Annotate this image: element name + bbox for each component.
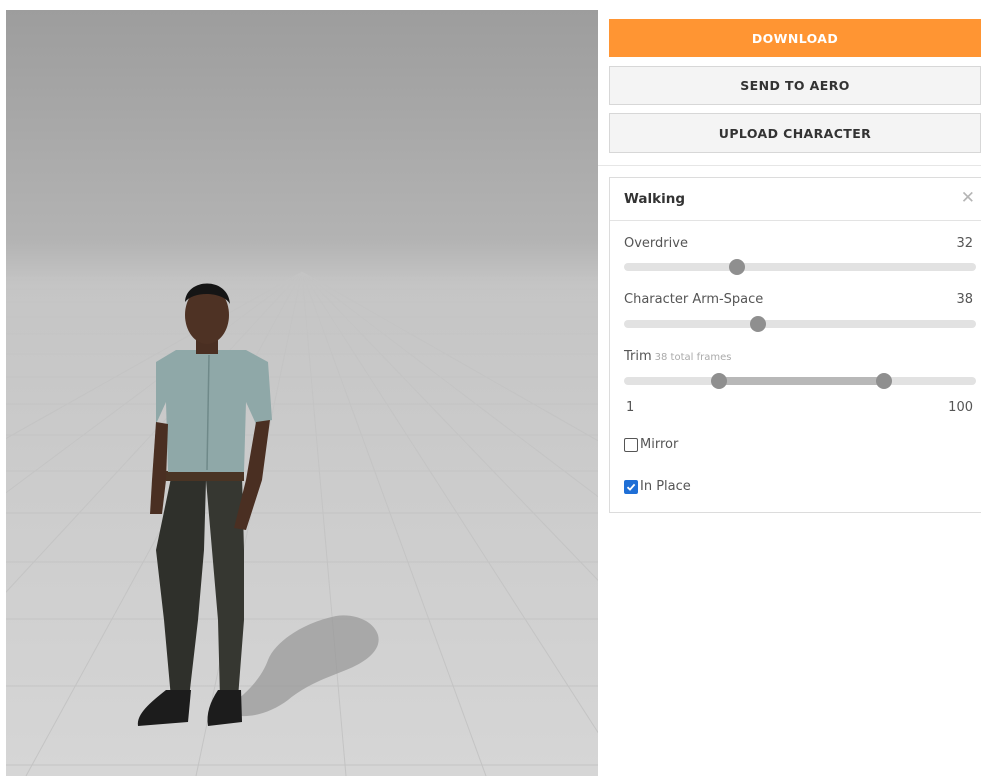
trim-range-slider[interactable] (624, 373, 976, 389)
trim-max-label: 100 (948, 400, 973, 415)
trim-label-row: Trim 38 total frames (624, 349, 731, 364)
character-shadow (221, 615, 379, 717)
arm-space-label: Character Arm-Space (624, 292, 764, 307)
upload-character-button[interactable]: UPLOAD CHARACTER (609, 113, 981, 153)
in-place-checkbox[interactable]: In Place (624, 479, 691, 494)
animation-title: Walking (624, 191, 686, 207)
overdrive-slider-handle[interactable] (728, 259, 745, 275)
overdrive-label: Overdrive (624, 236, 688, 251)
floor-grid (6, 271, 598, 776)
character-scene (6, 271, 598, 776)
overdrive-slider[interactable] (624, 259, 976, 275)
download-button[interactable]: DOWNLOAD (609, 19, 981, 57)
in-place-checkbox-box[interactable] (624, 479, 638, 494)
trim-frames-note: 38 total frames (654, 352, 732, 363)
overdrive-value: 32 (956, 236, 973, 251)
arm-space-slider[interactable] (624, 316, 976, 332)
mirror-checkbox-box[interactable] (624, 437, 638, 452)
trim-end-handle[interactable] (876, 373, 893, 389)
mirror-label: Mirror (640, 437, 679, 452)
card-header: Walking ✕ (610, 178, 981, 221)
close-icon[interactable]: ✕ (961, 190, 975, 207)
trim-start-handle[interactable] (711, 373, 728, 389)
mirror-checkbox[interactable]: Mirror (624, 437, 678, 452)
divider (598, 165, 981, 166)
3d-viewport[interactable] (6, 10, 598, 776)
trim-range-fill (719, 377, 885, 385)
character-model (137, 283, 272, 726)
arm-space-slider-handle[interactable] (749, 316, 766, 332)
animation-settings-card: Walking ✕ Overdrive 32 Character Arm-Spa… (609, 177, 981, 513)
trim-label: Trim (624, 349, 652, 364)
send-to-aero-button[interactable]: SEND TO AERO (609, 66, 981, 105)
trim-min-label: 1 (626, 400, 635, 415)
in-place-label: In Place (640, 479, 691, 494)
right-panel: DOWNLOAD SEND TO AERO UPLOAD CHARACTER W… (598, 0, 981, 776)
arm-space-value: 38 (956, 292, 973, 307)
